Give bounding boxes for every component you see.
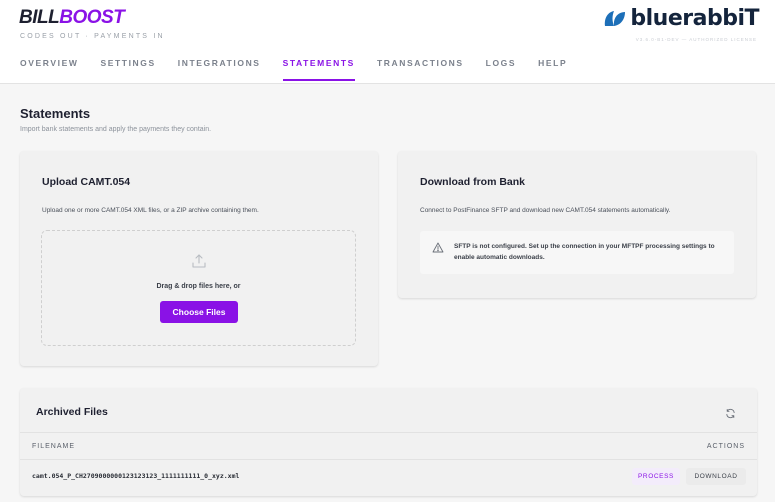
row-filename: camt.054_P_CH2709000000123123123_1111111… [32,472,240,480]
tab-help[interactable]: HELP [538,58,567,81]
table-header: FILENAME ACTIONS [20,432,757,460]
main-nav: OVERVIEW SETTINGS INTEGRATIONS STATEMENT… [20,58,567,81]
tab-statements[interactable]: STATEMENTS [282,58,356,81]
upload-card-description: Upload one or more CAMT.054 XML files, o… [42,207,259,214]
version-label: V3.6.0-B1-DEV — AUTHORIZED LICENSE [635,37,757,42]
app-header: BILLBOOST CODES OUT · PAYMENTS IN bluera… [0,0,775,84]
tab-logs[interactable]: LOGS [486,58,517,81]
bank-download-card: Download from Bank Connect to PostFinanc… [398,151,756,298]
bluerabbit-logo: bluerabbiT [603,6,759,31]
archived-files-title: Archived Files [36,406,108,418]
file-dropzone[interactable]: Drag & drop files here, or Choose Files [41,230,356,346]
brand-part-bill: BILL [19,7,60,28]
brand-part-boost: BOOST [59,7,125,28]
column-filename: FILENAME [32,443,76,450]
tab-integrations[interactable]: INTEGRATIONS [178,58,261,81]
archived-files-card: Archived Files FILENAME ACTIONS camt.054… [20,388,757,496]
logo-text: bluerabbiT [630,6,759,31]
brand-tagline: CODES OUT · PAYMENTS IN [20,33,165,40]
choose-files-button[interactable]: Choose Files [160,301,238,323]
sftp-notice-text: SFTP is not configured. Set up the conne… [454,243,715,261]
table-row: camt.054_P_CH2709000000123123123_1111111… [20,460,757,492]
process-button[interactable]: PROCESS [632,468,680,485]
tab-settings[interactable]: SETTINGS [100,58,155,81]
brand-logo[interactable]: BILLBOOST [19,7,125,29]
page-title: Statements [20,106,91,121]
bank-card-description: Connect to PostFinance SFTP and download… [420,207,671,214]
tab-overview[interactable]: OVERVIEW [20,58,78,81]
dropzone-text: Drag & drop files here, or [156,283,241,290]
page-subtitle: Import bank statements and apply the pay… [20,126,212,133]
rabbit-logo-icon [603,9,627,29]
warning-icon [432,240,444,258]
refresh-icon[interactable] [725,406,736,424]
bank-card-title: Download from Bank [420,176,526,188]
column-actions: ACTIONS [706,443,745,450]
upload-card-title: Upload CAMT.054 [42,176,131,188]
download-button[interactable]: DOWNLOAD [686,468,746,485]
upload-icon [191,253,207,274]
upload-card: Upload CAMT.054 Upload one or more CAMT.… [20,151,378,366]
sftp-notice: SFTP is not configured. Set up the conne… [420,231,734,274]
tab-transactions[interactable]: TRANSACTIONS [377,58,464,81]
